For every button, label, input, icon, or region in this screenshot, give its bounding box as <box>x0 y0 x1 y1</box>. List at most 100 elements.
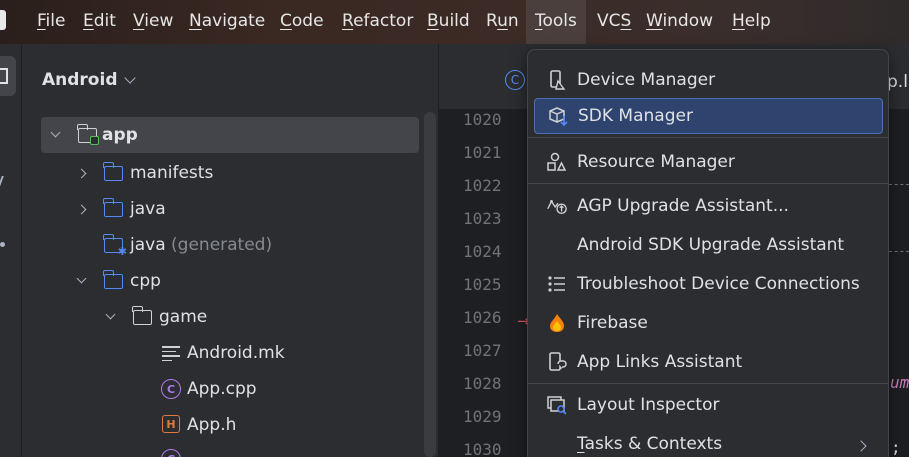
menu-vcs[interactable]: VCS <box>597 0 631 44</box>
line-number: 1021 <box>463 143 502 162</box>
menu-item-troubleshoot-device-connections[interactable]: Troubleshoot Device Connections <box>534 266 883 302</box>
menu-item-sdk-manager[interactable]: SDK Manager <box>534 98 883 134</box>
tree-item-suffix: (generated) <box>171 235 273 255</box>
tree-item-manifests[interactable]: manifests <box>22 155 422 191</box>
tree-item-android-mk[interactable]: Android.mk <box>22 335 422 371</box>
chevron-down-icon <box>123 71 136 84</box>
line-number: 1024 <box>463 242 502 261</box>
line-number: 1026 <box>463 308 502 327</box>
line-number: 1028 <box>463 374 502 393</box>
tree-item-app-h[interactable]: H App.h <box>22 407 422 443</box>
chevron-down-icon[interactable] <box>49 127 61 141</box>
tree-item-label: java <box>130 199 166 219</box>
sdk-manager-icon <box>547 105 569 127</box>
menu-item-label: SDK Manager <box>578 106 693 126</box>
folder-icon <box>132 306 152 325</box>
device-manager-icon <box>546 69 568 91</box>
menu-help[interactable]: Help <box>732 0 771 44</box>
project-view-selector[interactable]: Android <box>42 70 136 90</box>
tools-menu: Device Manager SDK Manager Resource Mana… <box>527 49 889 457</box>
line-number: 1023 <box>463 209 502 228</box>
tree-item-java[interactable]: java <box>22 191 422 227</box>
menu-refactor[interactable]: Refactor <box>342 0 413 44</box>
firebase-icon <box>546 312 568 334</box>
line-number: 1029 <box>463 407 502 426</box>
menu-item-label: App Links Assistant <box>577 352 743 372</box>
menu-item-resource-manager[interactable]: Resource Manager <box>534 144 883 180</box>
menu-run[interactable]: Run <box>486 0 519 44</box>
code-fragment: um <box>890 373 909 392</box>
header-file-icon: H <box>162 415 180 433</box>
code-dash-line <box>889 184 909 185</box>
tree-item-label: App.cpp <box>187 379 257 399</box>
project-tool-button[interactable] <box>0 56 16 96</box>
menu-edit[interactable]: Edit <box>83 0 116 44</box>
cpp-file-icon: C <box>161 449 181 457</box>
module-folder-icon <box>77 124 99 145</box>
line-number: 1030 <box>463 440 502 457</box>
line-number: 1022 <box>463 176 502 195</box>
menu-item-firebase[interactable]: Firebase <box>534 305 883 341</box>
more-tools-icon[interactable] <box>0 242 5 247</box>
code-fragment: ; <box>891 438 901 457</box>
agp-upgrade-icon <box>546 195 568 217</box>
tree-item-app[interactable]: app <box>41 117 419 153</box>
menu-item-mnemonic: T <box>577 434 585 454</box>
tree-item-cpp[interactable]: cpp <box>22 263 422 299</box>
menu-separator <box>528 383 888 384</box>
menu-file[interactable]: File <box>37 0 65 44</box>
menu-item-android-sdk-upgrade-assistant[interactable]: Android SDK Upgrade Assistant <box>534 227 883 263</box>
menu-code[interactable]: Code <box>280 0 324 44</box>
chevron-right-icon[interactable] <box>75 203 87 215</box>
chevron-right-icon[interactable] <box>75 167 87 179</box>
tree-item-label: cpp <box>130 271 161 291</box>
menu-item-tasks-contexts[interactable]: Tasks & Contexts <box>534 426 883 457</box>
menu-tools[interactable]: Tools <box>526 0 586 44</box>
tree-item-partial[interactable]: C <box>22 443 422 457</box>
tree-item-java-generated[interactable]: ✱ java (generated) <box>22 227 422 263</box>
submenu-arrow-icon <box>855 435 867 454</box>
menu-item-label: Firebase <box>577 313 648 333</box>
menu-item-label: asks & Contexts <box>584 434 723 454</box>
menu-view[interactable]: View <box>133 0 173 44</box>
menu-item-agp-upgrade-assistant[interactable]: AGP Upgrade Assistant... <box>534 188 883 224</box>
menu-item-label: Layout Inspector <box>577 395 720 415</box>
line-number: 1025 <box>463 275 502 294</box>
menu-item-label: Device Manager <box>577 70 716 90</box>
menu-build[interactable]: Build <box>427 0 470 44</box>
menu-separator <box>528 137 888 138</box>
commit-tool-icon[interactable] <box>0 176 8 186</box>
project-view-label: Android <box>42 70 118 90</box>
menu-item-label: AGP Upgrade Assistant... <box>577 196 789 216</box>
troubleshoot-list-icon <box>546 273 568 295</box>
layout-inspector-icon <box>546 394 568 416</box>
tree-item-app-cpp[interactable]: C App.cpp <box>22 371 422 407</box>
menu-item-label: Resource Manager <box>577 152 735 172</box>
chevron-down-icon[interactable] <box>104 309 116 323</box>
menu-item-app-links-assistant[interactable]: App Links Assistant <box>534 344 883 380</box>
menu-item-label: Troubleshoot Device Connections <box>577 274 860 294</box>
tree-item-game[interactable]: game <box>22 299 422 335</box>
app-logo-icon <box>0 10 6 30</box>
menu-navigate[interactable]: Navigate <box>189 0 265 44</box>
resource-manager-icon <box>546 151 568 173</box>
project-scrollbar[interactable] <box>424 112 436 457</box>
folder-icon <box>103 270 123 289</box>
menu-window[interactable]: Window <box>646 0 713 44</box>
tree-item-label: manifests <box>130 163 214 183</box>
tool-window-strip <box>0 44 22 457</box>
chevron-down-icon[interactable] <box>75 273 87 287</box>
tree-item-label: App.h <box>187 415 237 435</box>
tree-item-label: java <box>130 235 166 255</box>
text-file-icon <box>162 346 180 362</box>
editor-tab-label[interactable]: p.l <box>887 72 908 92</box>
line-number: 1027 <box>463 341 502 360</box>
tree-item-label: app <box>102 125 138 145</box>
generated-folder-icon: ✱ <box>103 234 127 258</box>
code-dash-line <box>889 251 909 252</box>
menu-item-layout-inspector[interactable]: Layout Inspector <box>534 387 883 423</box>
folder-icon <box>103 162 123 181</box>
menu-item-label: Android SDK Upgrade Assistant <box>577 235 845 255</box>
menu-item-device-manager[interactable]: Device Manager <box>534 62 883 98</box>
class-file-icon[interactable]: C <box>505 70 525 90</box>
